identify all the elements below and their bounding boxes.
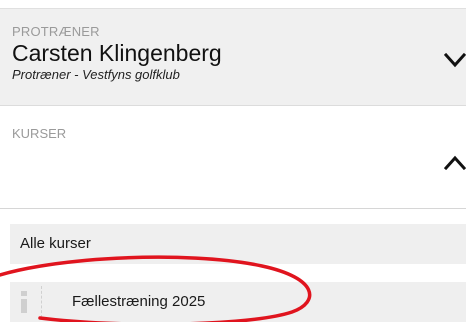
coach-name: Carsten Klingenberg xyxy=(12,40,222,66)
page: PROTRÆNER Carsten Klingenberg Protræner … xyxy=(0,0,466,322)
coach-subtitle: Protræner - Vestfyns golfklub xyxy=(12,67,180,82)
coach-section-label: PROTRÆNER xyxy=(12,24,100,39)
course-item-label: Fællestræning 2025 xyxy=(72,293,206,310)
courses-section[interactable]: KURSER xyxy=(0,118,466,209)
courses-section-label: KURSER xyxy=(12,126,67,141)
course-item[interactable]: Fællestræning 2025 xyxy=(10,282,466,322)
info-icon xyxy=(21,291,27,313)
all-courses-label: Alle kurser xyxy=(20,235,91,252)
chevron-down-icon[interactable] xyxy=(444,53,466,69)
row-divider xyxy=(41,286,42,318)
all-courses-item[interactable]: Alle kurser xyxy=(10,224,466,264)
chevron-up-icon[interactable] xyxy=(444,154,466,170)
coach-section[interactable]: PROTRÆNER Carsten Klingenberg Protræner … xyxy=(0,8,466,106)
